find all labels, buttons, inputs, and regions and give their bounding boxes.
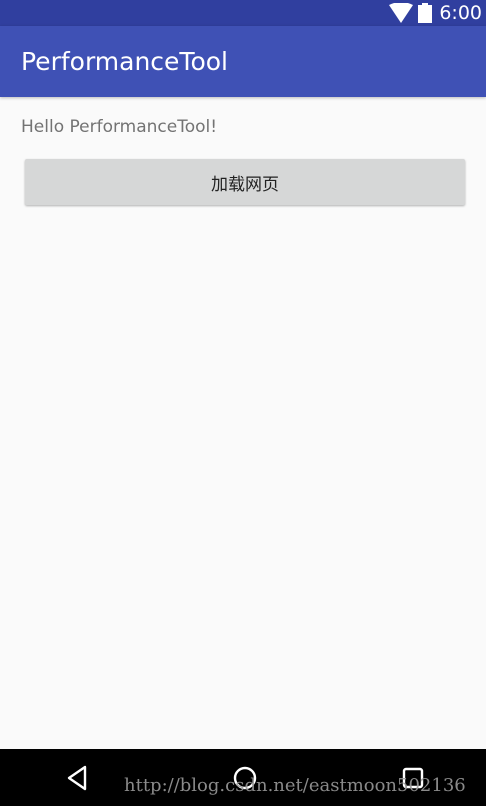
load-webpage-button[interactable]: 加载网页 [25, 159, 465, 205]
hello-text: Hello PerformanceTool! [21, 117, 218, 137]
main-content: Hello PerformanceTool! 加载网页 [0, 97, 486, 749]
battery-icon [418, 3, 433, 23]
app-bar: PerformanceTool [0, 26, 486, 97]
back-icon[interactable] [63, 763, 93, 793]
status-icons: 6:00 [389, 0, 482, 26]
wifi-icon [389, 3, 414, 23]
watermark-text: http://blog.csdn.net/eastmoon502136 [124, 775, 466, 796]
app-title: PerformanceTool [21, 47, 228, 76]
status-bar: 6:00 [0, 0, 486, 26]
status-time: 6:00 [439, 2, 482, 24]
